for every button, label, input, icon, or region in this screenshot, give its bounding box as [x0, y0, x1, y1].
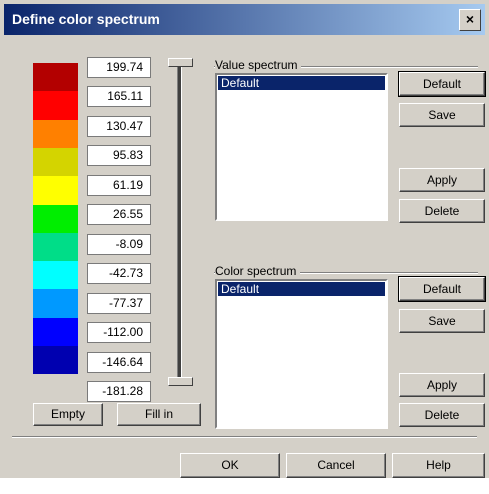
empty-button[interactable]: Empty [33, 403, 103, 426]
slider-bottom-thumb[interactable] [168, 377, 193, 386]
spectrum-value-field[interactable]: 26.55 [87, 204, 151, 225]
window-title: Define color spectrum [12, 11, 160, 27]
spectrum-value-field[interactable]: -146.64 [87, 352, 151, 373]
color-swatch[interactable] [33, 63, 78, 91]
value-apply-button[interactable]: Apply [399, 168, 485, 192]
spectrum-value-field[interactable]: 199.74 [87, 57, 151, 78]
spectrum-value-field[interactable]: 165.11 [87, 86, 151, 107]
color-spectrum-item-default[interactable]: Default [218, 282, 385, 296]
color-swatch[interactable] [33, 261, 78, 289]
ok-button[interactable]: OK [180, 453, 280, 478]
value-save-button[interactable]: Save [399, 103, 485, 127]
spectrum-value-field[interactable]: -42.73 [87, 263, 151, 284]
spectrum-value-field[interactable]: -112.00 [87, 322, 151, 343]
help-button[interactable]: Help [392, 453, 485, 478]
spectrum-value-field[interactable]: 95.83 [87, 145, 151, 166]
slider-top-thumb[interactable] [168, 58, 193, 67]
color-swatch[interactable] [33, 233, 78, 261]
color-swatch[interactable] [33, 346, 78, 374]
spectrum-slider-track[interactable] [177, 62, 182, 383]
color-swatch[interactable] [33, 176, 78, 205]
spectrum-value-field[interactable]: 130.47 [87, 116, 151, 137]
color-swatch[interactable] [33, 148, 78, 176]
color-delete-button[interactable]: Delete [399, 403, 485, 427]
color-apply-button[interactable]: Apply [399, 373, 485, 397]
color-swatch[interactable] [33, 120, 78, 148]
color-swatch[interactable] [33, 289, 78, 318]
color-spectrum-listbox[interactable]: Default [215, 279, 388, 429]
value-spectrum-listbox[interactable]: Default [215, 73, 388, 221]
color-swatch[interactable] [33, 205, 78, 233]
value-spectrum-item-default[interactable]: Default [218, 76, 385, 90]
cancel-button[interactable]: Cancel [286, 453, 386, 478]
define-color-spectrum-dialog: Define color spectrum × 199.74 165.11 130.… [0, 0, 489, 478]
spectrum-value-field[interactable]: -77.37 [87, 293, 151, 314]
spectrum-value-field[interactable]: 61.19 [87, 175, 151, 196]
value-delete-button[interactable]: Delete [399, 199, 485, 223]
value-spectrum-label: Value spectrum [215, 58, 302, 72]
color-spectrum-label: Color spectrum [215, 264, 301, 278]
value-default-button[interactable]: Default [398, 71, 486, 97]
color-swatch[interactable] [33, 318, 78, 346]
spectrum-value-field[interactable]: -181.28 [87, 381, 151, 402]
close-button[interactable]: × [459, 9, 481, 31]
fill-in-button[interactable]: Fill in [117, 403, 201, 426]
footer-separator [12, 436, 477, 438]
color-save-button[interactable]: Save [399, 309, 485, 333]
spectrum-value-field[interactable]: -8.09 [87, 234, 151, 255]
title-bar[interactable]: Define color spectrum × [4, 4, 485, 35]
color-default-button[interactable]: Default [398, 276, 486, 302]
color-swatch[interactable] [33, 91, 78, 120]
